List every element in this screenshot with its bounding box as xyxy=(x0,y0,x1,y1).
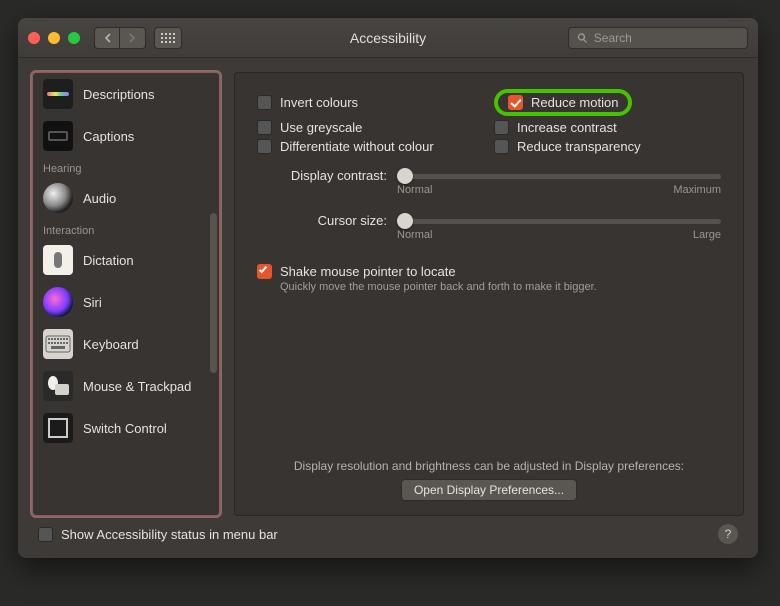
show-all-button[interactable] xyxy=(154,27,182,49)
sidebar-item-descriptions[interactable]: Descriptions xyxy=(33,73,219,115)
sidebar-item-dictation[interactable]: Dictation xyxy=(33,239,219,281)
close-button[interactable] xyxy=(28,32,40,44)
cursor-size-label: Cursor size: xyxy=(257,213,397,228)
slider-max-label: Maximum xyxy=(673,184,721,196)
chevron-left-icon xyxy=(104,33,111,43)
checkbox-icon xyxy=(257,139,272,154)
checkbox-reduce-motion[interactable]: Reduce motion xyxy=(508,95,618,110)
display-contrast-slider[interactable]: Normal Maximum xyxy=(397,172,721,179)
slider-max-label: Large xyxy=(693,229,721,241)
captions-icon xyxy=(43,121,73,151)
slider-min-label: Normal xyxy=(397,229,432,241)
chevron-right-icon xyxy=(129,33,136,43)
sidebar-item-siri[interactable]: Siri xyxy=(33,281,219,323)
sidebar-item-label: Siri xyxy=(83,295,102,310)
back-button[interactable] xyxy=(94,27,120,49)
checkbox-icon xyxy=(257,120,272,135)
audio-icon xyxy=(43,183,73,213)
display-contrast-label: Display contrast: xyxy=(257,168,397,183)
maximize-button[interactable] xyxy=(68,32,80,44)
sidebar-item-audio[interactable]: Audio xyxy=(33,177,219,219)
checkbox-differentiate-without-colour[interactable]: Differentiate without colour xyxy=(257,139,484,154)
checkbox-show-status-menu-bar[interactable]: Show Accessibility status in menu bar xyxy=(38,527,278,542)
sidebar-item-keyboard[interactable]: Keyboard xyxy=(33,323,219,365)
minimize-button[interactable] xyxy=(48,32,60,44)
checkbox-increase-contrast[interactable]: Increase contrast xyxy=(494,120,721,135)
checkbox-use-greyscale[interactable]: Use greyscale xyxy=(257,120,484,135)
forward-button[interactable] xyxy=(120,27,146,49)
sidebar: Descriptions Captions Hearing Audio Inte… xyxy=(32,72,220,516)
open-display-preferences-button[interactable]: Open Display Preferences... xyxy=(401,479,577,501)
sidebar-scrollbar[interactable] xyxy=(210,213,217,373)
checkbox-icon xyxy=(494,139,509,154)
sidebar-item-captions[interactable]: Captions xyxy=(33,115,219,157)
display-prefs-note: Display resolution and brightness can be… xyxy=(257,459,721,473)
keyboard-icon xyxy=(43,329,73,359)
titlebar: Accessibility xyxy=(18,18,758,58)
help-button[interactable]: ? xyxy=(718,524,738,544)
accessibility-window: Accessibility Descriptions Captions xyxy=(18,18,758,558)
search-icon xyxy=(577,32,588,44)
switch-control-icon xyxy=(43,413,73,443)
shake-mouse-label: Shake mouse pointer to locate xyxy=(280,264,597,279)
sidebar-category-interaction: Interaction xyxy=(33,219,219,239)
checkbox-invert-colours[interactable]: Invert colours xyxy=(257,89,484,116)
window-controls xyxy=(28,32,80,44)
shake-mouse-hint: Quickly move the mouse pointer back and … xyxy=(280,281,597,293)
sidebar-item-switch-control[interactable]: Switch Control xyxy=(33,407,219,449)
sidebar-item-label: Switch Control xyxy=(83,421,167,436)
checkbox-shake-mouse[interactable] xyxy=(257,264,272,279)
sidebar-item-label: Descriptions xyxy=(83,87,155,102)
checkbox-icon xyxy=(494,120,509,135)
slider-min-label: Normal xyxy=(397,184,432,196)
cursor-size-slider[interactable]: Normal Large xyxy=(397,217,721,224)
checkbox-icon xyxy=(508,95,523,110)
mouse-trackpad-icon xyxy=(43,371,73,401)
checkbox-reduce-transparency[interactable]: Reduce transparency xyxy=(494,139,721,154)
content-panel: Invert colours Reduce motion Use greysca… xyxy=(234,72,744,516)
search-field[interactable] xyxy=(568,27,748,49)
dictation-icon xyxy=(43,245,73,275)
sidebar-item-label: Dictation xyxy=(83,253,134,268)
sidebar-item-label: Captions xyxy=(83,129,134,144)
reduce-motion-highlight: Reduce motion xyxy=(494,89,632,116)
body: Descriptions Captions Hearing Audio Inte… xyxy=(18,58,758,558)
checkbox-icon xyxy=(257,95,272,110)
sidebar-item-label: Keyboard xyxy=(83,337,139,352)
descriptions-icon xyxy=(43,79,73,109)
grid-icon xyxy=(161,33,175,43)
checkbox-icon xyxy=(38,527,53,542)
search-input[interactable] xyxy=(594,31,739,45)
sidebar-category-hearing: Hearing xyxy=(33,157,219,177)
sidebar-item-mouse-trackpad[interactable]: Mouse & Trackpad xyxy=(33,365,219,407)
siri-icon xyxy=(43,287,73,317)
sidebar-item-label: Audio xyxy=(83,191,116,206)
sidebar-item-label: Mouse & Trackpad xyxy=(83,379,191,394)
